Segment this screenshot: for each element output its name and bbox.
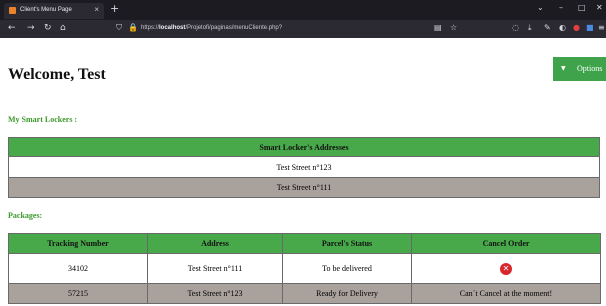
reload-icon[interactable]: ↻: [44, 23, 52, 33]
lockers-section-title: My Smart Lockers :: [8, 115, 78, 124]
browser-tab-bar: Client's Menu Page × + ⌄ – □ ✕: [0, 0, 606, 20]
tracking-number: 34102: [8, 253, 148, 284]
dropdown-arrow-icon: ▼: [561, 65, 566, 72]
tab-list-icon[interactable]: ⌄: [537, 3, 544, 12]
browser-nav-bar: ← → ↻ ⌂ ⛉ 🔒 https://localhost/Projetofi/…: [0, 20, 606, 38]
parcel-status: To be delivered: [282, 253, 412, 284]
column-header-cancel: Cancel Order: [411, 233, 601, 254]
parcel-status: Ready for Delivery: [282, 283, 412, 304]
cancel-message: Can´t Cancel at the moment!: [411, 283, 601, 304]
package-address: Test Street n°111: [147, 253, 283, 284]
tab-close-icon[interactable]: ×: [94, 5, 99, 14]
options-label: Options: [577, 64, 603, 73]
packages-table: Tracking Number Address Parcel's Status …: [8, 233, 601, 304]
maximize-icon[interactable]: □: [578, 3, 586, 12]
packages-section-title: Packages:: [8, 211, 43, 220]
addon-red-icon[interactable]: ●: [573, 23, 580, 32]
browser-tab[interactable]: Client's Menu Page ×: [4, 3, 104, 19]
package-address: Test Street n°123: [147, 283, 283, 304]
favicon-icon: [9, 7, 16, 14]
locker-address: Test Street n°123: [8, 156, 600, 178]
reader-view-icon[interactable]: ▤: [434, 23, 442, 32]
tab-title: Client's Menu Page: [20, 7, 72, 13]
table-row: 57215 Test Street n°123 Ready for Delive…: [8, 283, 601, 304]
new-tab-button[interactable]: +: [110, 2, 119, 15]
table-row: 34102 Test Street n°111 To be delivered …: [8, 253, 601, 284]
locker-address: Test Street n°111: [8, 177, 600, 198]
cancel-x-icon[interactable]: ✕: [500, 262, 512, 275]
lock-icon: 🔒: [128, 23, 138, 32]
column-header-tracking: Tracking Number: [8, 233, 148, 254]
column-header-status: Parcel's Status: [282, 233, 412, 254]
tracking-number: 57215: [8, 283, 148, 304]
addon-blue-icon[interactable]: ■: [586, 23, 594, 32]
column-header-address: Address: [147, 233, 283, 254]
lockers-header: Smart Locker's Addresses: [8, 137, 600, 157]
table-row: Test Street n°123: [8, 156, 600, 178]
forward-icon[interactable]: →: [27, 23, 35, 33]
back-icon[interactable]: ←: [8, 23, 16, 33]
menu-icon[interactable]: ≡: [598, 23, 605, 32]
address-bar[interactable]: ⛉ 🔒 https://localhost/Projetofi/paginas/…: [116, 23, 456, 35]
bookmark-star-icon[interactable]: ☆: [450, 23, 457, 32]
lockers-table: Smart Locker's Addresses Test Street n°1…: [8, 137, 600, 198]
options-button[interactable]: ▼ Options: [553, 57, 606, 81]
download-icon[interactable]: ⤓: [528, 23, 532, 33]
url-text: https://localhost/Projetofi/paginas/menu…: [141, 25, 283, 31]
extension-icon[interactable]: ✎: [544, 23, 551, 32]
cancel-cell: ✕: [411, 253, 601, 284]
shield-icon: ⛉: [116, 23, 122, 32]
minimize-icon[interactable]: –: [559, 3, 563, 12]
welcome-heading: Welcome, Test: [8, 66, 106, 83]
accounts-icon[interactable]: ◐: [559, 23, 566, 32]
home-icon[interactable]: ⌂: [60, 23, 66, 33]
table-row: Test Street n°111: [8, 177, 600, 198]
window-close-icon[interactable]: ✕: [596, 3, 603, 12]
pocket-icon[interactable]: ◌: [512, 23, 519, 32]
